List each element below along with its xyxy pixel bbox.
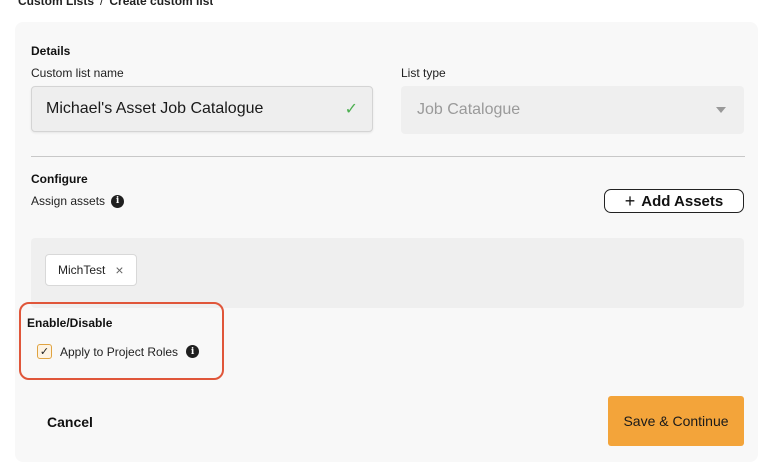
check-icon: ✓	[344, 101, 358, 118]
apply-project-roles-checkbox[interactable]: ✓	[37, 344, 52, 359]
list-type-select[interactable]: Job Catalogue	[401, 86, 744, 134]
apply-project-roles-row: ✓ Apply to Project Roles i	[37, 344, 200, 359]
add-assets-button[interactable]: + Add Assets	[604, 189, 744, 213]
cancel-button[interactable]: Cancel	[47, 414, 93, 430]
custom-list-name-value: Michael's Asset Job Catalogue	[46, 100, 264, 117]
remove-asset-icon[interactable]: ×	[115, 262, 123, 278]
breadcrumb: Custom Lists / Create custom list	[18, 0, 213, 8]
plus-icon: +	[624, 191, 636, 211]
list-type-label: List type	[401, 66, 446, 80]
info-icon[interactable]: i	[111, 194, 125, 208]
list-type-value: Job Catalogue	[417, 101, 521, 118]
save-continue-button[interactable]: Save & Continue	[608, 396, 744, 446]
configure-section-title: Configure	[31, 172, 88, 186]
apply-project-roles-label[interactable]: Apply to Project Roles	[60, 345, 178, 359]
breadcrumb-parent[interactable]: Custom Lists	[18, 0, 94, 8]
chevron-down-icon	[716, 107, 726, 113]
create-list-card: Details Custom list name List type Micha…	[15, 22, 758, 462]
custom-list-name-label: Custom list name	[31, 66, 124, 80]
asset-chip-label: MichTest	[58, 263, 106, 277]
breadcrumb-separator: /	[100, 0, 104, 8]
info-icon[interactable]: i	[186, 345, 200, 358]
section-divider	[31, 156, 745, 157]
assigned-assets-area: MichTest ×	[31, 238, 744, 308]
custom-list-name-input[interactable]: Michael's Asset Job Catalogue ✓	[31, 86, 373, 132]
enable-disable-highlight: Enable/Disable ✓ Apply to Project Roles …	[19, 302, 224, 380]
breadcrumb-current: Create custom list	[109, 0, 214, 8]
details-section-title: Details	[31, 44, 71, 58]
add-assets-label: Add Assets	[641, 192, 724, 210]
assign-assets-row: Assign assets i	[31, 194, 125, 208]
enable-disable-title: Enable/Disable	[27, 316, 113, 330]
assign-assets-label: Assign assets	[31, 194, 106, 208]
asset-chip: MichTest ×	[45, 254, 137, 286]
